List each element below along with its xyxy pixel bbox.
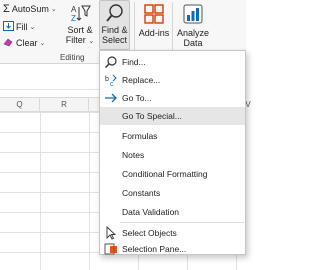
menu-item-label: Go To Special... <box>122 111 182 121</box>
find-select-label-1: Find & <box>101 25 128 35</box>
cursor-icon <box>104 225 118 240</box>
fill-button[interactable]: Fill ⌄ <box>3 21 35 33</box>
svg-text:b: b <box>105 76 109 83</box>
editing-group-label: Editing <box>60 53 85 62</box>
sort-filter-label-1: Sort & <box>67 25 93 35</box>
autosum-button[interactable]: Σ AutoSum ⌄ <box>3 3 57 15</box>
clear-button[interactable]: Clear ⌄ <box>3 37 45 49</box>
sigma-icon: Σ <box>3 3 10 15</box>
menu-item-label: Go To... <box>122 93 152 103</box>
menu-item-label: Constants <box>122 188 161 198</box>
menu-item-selection-pane[interactable]: Selection Pane... <box>100 240 245 258</box>
menu-item-label: Selection Pane... <box>122 244 187 254</box>
analyze-data-label-2: Data <box>183 38 203 48</box>
menu-item-conditional-formatting[interactable]: Conditional Formatting <box>100 165 245 183</box>
svg-text:A: A <box>71 5 77 14</box>
addins-icon <box>144 4 164 26</box>
sort-filter-button[interactable]: A Z Sort & Filter ⌄ <box>64 0 96 50</box>
menu-item-label: Formulas <box>122 131 158 141</box>
menu-item-replace[interactable]: b c Replace... <box>100 71 245 89</box>
arrow-right-icon <box>104 91 118 105</box>
replace-icon: b c <box>104 73 118 88</box>
menu-item-label: Select Objects <box>122 228 177 238</box>
eraser-icon <box>3 37 14 49</box>
addins-button[interactable]: Add-ins <box>138 0 170 50</box>
menu-item-goto[interactable]: Go To... <box>100 89 245 107</box>
menu-item-label: Conditional Formatting <box>122 169 208 179</box>
find-select-button[interactable]: Find & Select ⌄ <box>99 0 130 55</box>
fill-label: Fill <box>16 22 28 32</box>
sort-filter-label-2: Filter ⌄ <box>65 35 95 45</box>
column-header-r[interactable]: R <box>40 98 88 111</box>
chevron-down-icon: ⌄ <box>39 40 46 47</box>
menu-separator <box>120 222 244 223</box>
svg-text:Z: Z <box>71 14 76 23</box>
clear-label: Clear <box>16 38 38 48</box>
menu-item-constants[interactable]: Constants <box>100 184 245 202</box>
menu-item-notes[interactable]: Notes <box>100 146 245 164</box>
menu-item-data-validation[interactable]: Data Validation <box>100 203 245 221</box>
autosum-label: AutoSum <box>11 4 49 14</box>
menu-item-formulas[interactable]: Formulas <box>100 127 245 145</box>
selection-pane-icon <box>104 242 118 256</box>
column-header-q[interactable]: Q <box>0 98 39 111</box>
analyze-data-label-1: Analyze <box>176 28 210 38</box>
fill-down-icon <box>3 21 14 33</box>
menu-item-label: Replace... <box>122 75 161 85</box>
analyze-data-button[interactable]: Analyze Data <box>176 0 210 50</box>
menu-item-label: Find... <box>122 57 146 67</box>
menu-item-label: Notes <box>122 150 145 160</box>
analyze-data-icon <box>183 4 203 26</box>
sort-filter-icon: A Z <box>69 3 91 25</box>
svg-text:c: c <box>110 81 114 87</box>
find-select-menu: Find... b c Replace... Go To... Go To Sp… <box>99 50 246 255</box>
menu-item-find[interactable]: Find... <box>100 53 245 71</box>
chevron-down-icon: ⌄ <box>29 24 36 31</box>
menu-item-goto-special[interactable]: Go To Special... <box>100 107 245 125</box>
chevron-down-icon: ⌄ <box>50 6 57 13</box>
addins-label: Add-ins <box>138 28 170 38</box>
column-divider <box>88 98 89 111</box>
magnifier-icon <box>105 3 125 25</box>
search-icon <box>104 55 118 69</box>
menu-item-label: Data Validation <box>122 207 180 217</box>
